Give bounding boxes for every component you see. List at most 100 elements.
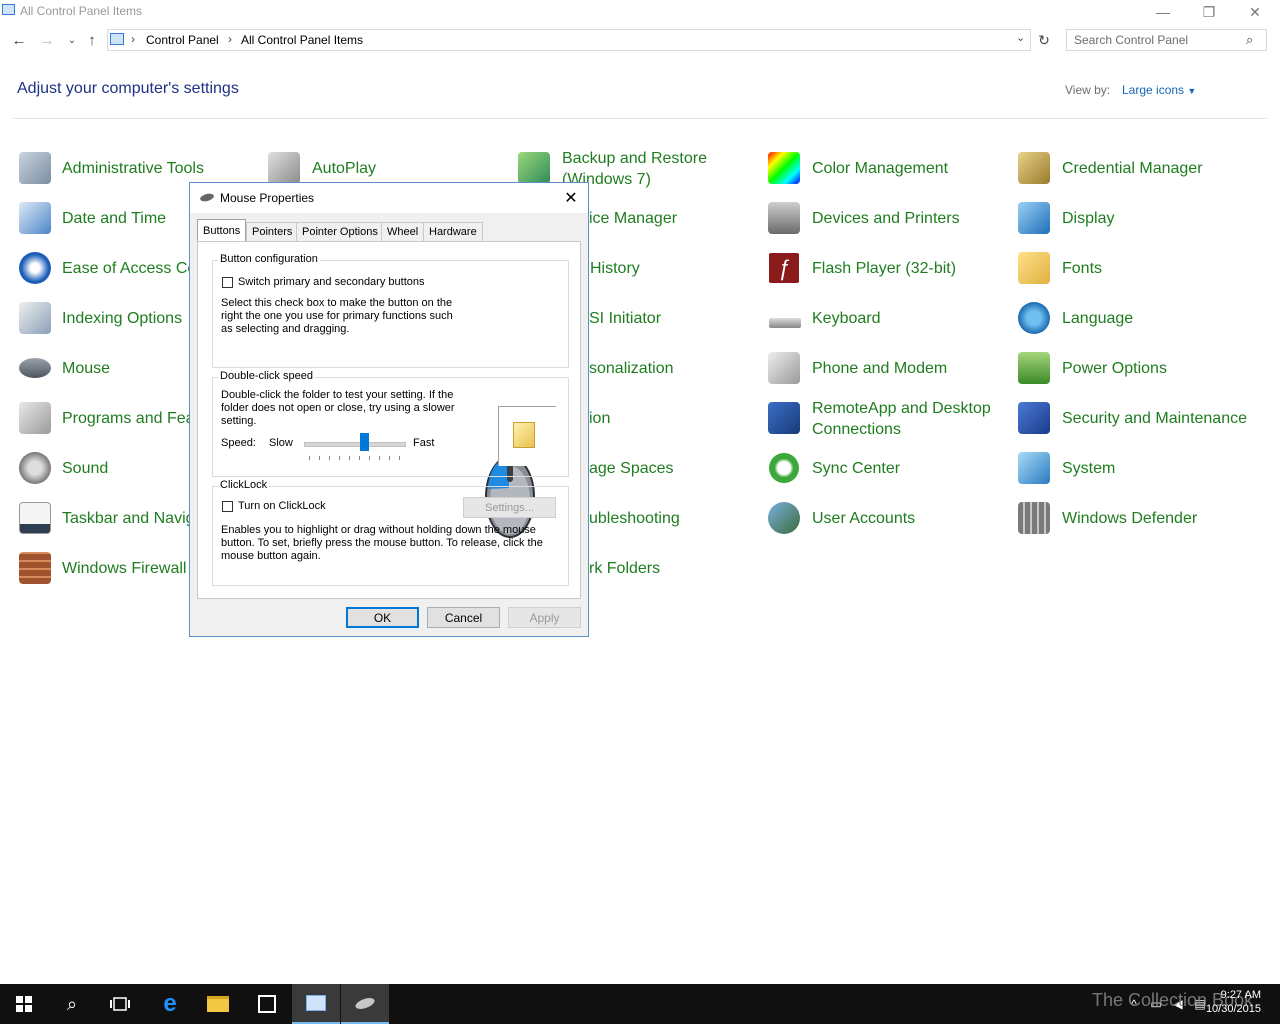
address-dropdown-chevron-icon[interactable]: ⌄	[1016, 31, 1025, 44]
mouse-icon[interactable]	[19, 358, 51, 378]
taskbar-clock[interactable]: 9:27 AM 10/30/2015	[1205, 988, 1261, 1016]
tab-pointers[interactable]: Pointers	[246, 222, 299, 241]
edge-browser-icon[interactable]: e	[146, 984, 194, 1024]
item-phone-and-modem[interactable]: Phone and Modem	[812, 358, 947, 379]
sound-icon[interactable]	[19, 452, 51, 484]
ok-button[interactable]: OK	[346, 607, 419, 628]
tab-wheel[interactable]: Wheel	[381, 222, 425, 241]
item-work-folders[interactable]: rk Folders	[589, 558, 660, 579]
date-and-time-icon[interactable]	[19, 202, 51, 234]
tab-hardware[interactable]: Hardware	[423, 222, 483, 241]
clicklock-settings-button[interactable]: Settings...	[463, 497, 556, 518]
search-icon[interactable]: ⌕	[48, 984, 96, 1024]
item-fonts[interactable]: Fonts	[1062, 258, 1102, 279]
item-autoplay[interactable]: AutoPlay	[312, 158, 376, 179]
flash-player-icon[interactable]: ƒ	[769, 253, 799, 283]
minimize-button[interactable]: —	[1140, 0, 1186, 24]
slider-thumb[interactable]	[359, 433, 369, 451]
sync-center-icon[interactable]	[769, 453, 799, 483]
item-region[interactable]: ion	[589, 408, 610, 429]
item-mouse[interactable]: Mouse	[62, 358, 110, 379]
clicklock-checkbox[interactable]	[222, 501, 233, 512]
system-icon[interactable]	[1018, 452, 1050, 484]
item-taskbar-and-navigation[interactable]: Taskbar and Navig	[62, 508, 195, 529]
programs-and-features-icon[interactable]	[19, 402, 51, 434]
start-windows-icon[interactable]	[0, 984, 48, 1024]
item-troubleshooting[interactable]: ubleshooting	[589, 508, 680, 529]
windows-defender-icon[interactable]	[1018, 502, 1050, 534]
task-view-icon[interactable]	[96, 984, 144, 1024]
item-display[interactable]: Display	[1062, 208, 1114, 229]
item-color-management[interactable]: Color Management	[812, 158, 948, 179]
apply-button[interactable]: Apply	[508, 607, 581, 628]
dialog-close-button[interactable]: ✕	[560, 187, 582, 209]
search-icon[interactable]: ⌕	[1246, 32, 1253, 48]
item-device-manager[interactable]: ice Manager	[589, 208, 677, 229]
switch-buttons-label[interactable]: Switch primary and secondary buttons	[238, 276, 424, 289]
item-ease-of-access[interactable]: Ease of Access Cer	[62, 258, 202, 279]
item-credential-manager[interactable]: Credential Manager	[1062, 158, 1203, 179]
item-administrative-tools[interactable]: Administrative Tools	[62, 158, 204, 179]
breadcrumb-all-items[interactable]: All Control Panel Items	[241, 33, 363, 47]
tab-pointer-options[interactable]: Pointer Options	[296, 222, 384, 241]
backup-and-restore-icon[interactable]	[518, 152, 550, 184]
breadcrumb-chevron-icon[interactable]: ›	[228, 32, 232, 46]
item-devices-and-printers[interactable]: Devices and Printers	[812, 208, 960, 229]
keyboard-icon[interactable]	[769, 318, 801, 328]
taskbar-and-navigation-icon[interactable]	[19, 502, 51, 534]
language-icon[interactable]	[1018, 302, 1050, 334]
item-iscsi-initiator[interactable]: SI Initiator	[589, 308, 661, 329]
back-arrow-icon[interactable]: ←	[9, 30, 29, 50]
devices-and-printers-icon[interactable]	[768, 202, 800, 234]
refresh-icon[interactable]: ↻	[1034, 29, 1054, 51]
forward-arrow-icon[interactable]: →	[37, 30, 57, 50]
item-user-accounts[interactable]: User Accounts	[812, 508, 915, 529]
cancel-button[interactable]: Cancel	[427, 607, 500, 628]
color-management-icon[interactable]	[768, 152, 800, 184]
item-windows-defender[interactable]: Windows Defender	[1062, 508, 1197, 529]
indexing-options-icon[interactable]	[19, 302, 51, 334]
display-icon[interactable]	[1018, 202, 1050, 234]
control-panel-taskbar-icon[interactable]	[292, 984, 340, 1024]
store-icon[interactable]	[243, 984, 291, 1024]
switch-buttons-checkbox[interactable]	[222, 277, 233, 288]
item-sound[interactable]: Sound	[62, 458, 108, 479]
file-explorer-icon[interactable]	[194, 984, 242, 1024]
user-accounts-icon[interactable]	[768, 502, 800, 534]
credential-manager-icon[interactable]	[1018, 152, 1050, 184]
item-security-and-maintenance[interactable]: Security and Maintenance	[1062, 408, 1247, 429]
power-options-icon[interactable]	[1018, 352, 1050, 384]
fonts-icon[interactable]	[1018, 252, 1050, 284]
ease-of-access-icon[interactable]	[19, 252, 51, 284]
autoplay-icon[interactable]	[268, 152, 300, 184]
windows-firewall-icon[interactable]	[19, 552, 51, 584]
breadcrumb-control-panel[interactable]: Control Panel	[146, 33, 219, 47]
item-sync-center[interactable]: Sync Center	[812, 458, 900, 479]
security-and-maintenance-icon[interactable]	[1018, 402, 1050, 434]
breadcrumb-chevron-icon[interactable]: ›	[131, 32, 135, 46]
item-personalization[interactable]: sonalization	[589, 358, 674, 379]
item-remoteapp[interactable]: RemoteApp and Desktop	[812, 398, 991, 419]
administrative-tools-icon[interactable]	[19, 152, 51, 184]
folder-icon[interactable]	[513, 422, 535, 448]
item-system[interactable]: System	[1062, 458, 1115, 479]
recent-locations-chevron-icon[interactable]: ⌄	[62, 30, 82, 50]
restore-button[interactable]: ❐	[1186, 0, 1232, 24]
item-programs-and-features[interactable]: Programs and Feat	[62, 408, 199, 429]
clicklock-label[interactable]: Turn on ClickLock	[238, 500, 326, 513]
item-flash-player[interactable]: Flash Player (32-bit)	[812, 258, 956, 279]
item-backup-and-restore[interactable]: Backup and Restore	[562, 148, 707, 169]
view-by-dropdown[interactable]: Large icons ▼	[1122, 83, 1196, 97]
item-storage-spaces[interactable]: age Spaces	[589, 458, 674, 479]
double-click-speed-slider[interactable]	[304, 442, 406, 447]
item-keyboard[interactable]: Keyboard	[812, 308, 881, 329]
item-power-options[interactable]: Power Options	[1062, 358, 1167, 379]
up-arrow-icon[interactable]: ↑	[82, 30, 102, 50]
close-button[interactable]: ✕	[1232, 0, 1278, 24]
mouse-properties-taskbar-icon[interactable]	[341, 984, 389, 1024]
tab-buttons[interactable]: Buttons	[197, 219, 247, 242]
item-remoteapp-line2[interactable]: Connections	[812, 419, 901, 440]
phone-and-modem-icon[interactable]	[768, 352, 800, 384]
item-file-history[interactable]: History	[590, 258, 640, 279]
item-language[interactable]: Language	[1062, 308, 1133, 329]
